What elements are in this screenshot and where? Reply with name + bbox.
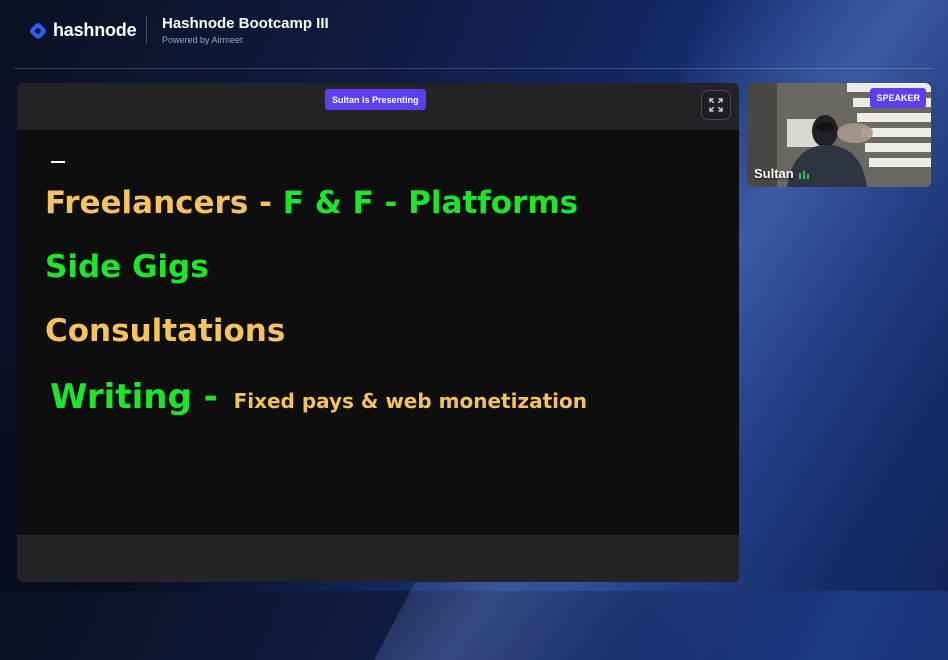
slide-line-side-gigs: Side Gigs xyxy=(45,249,209,285)
header-divider xyxy=(146,16,147,44)
stage-bottom-bar xyxy=(17,535,739,582)
presenting-badge: Sultan Is Presenting xyxy=(325,89,426,110)
speaker-name-label: Sultan xyxy=(754,166,810,181)
slide-line-writing: Writing - Fixed pays & web monetization xyxy=(50,377,587,417)
app-header: hashnode Hashnode Bootcamp III Powered b… xyxy=(0,0,948,68)
fullscreen-button[interactable] xyxy=(701,90,731,120)
speaker-badge: SPEAKER xyxy=(870,88,926,108)
shared-slide: Freelancers - F & F - Platforms Side Gig… xyxy=(17,130,739,535)
expand-icon xyxy=(709,98,723,112)
header-divider-line xyxy=(14,68,934,69)
powered-by: Powered by Airmeet xyxy=(162,35,243,45)
event-title: Hashnode Bootcamp III xyxy=(162,15,329,32)
slide-line-freelancers: Freelancers - F & F - Platforms xyxy=(45,185,578,221)
slide-text: Freelancers - xyxy=(45,185,283,221)
speaker-name: Sultan xyxy=(754,166,794,181)
slide-dash-mark xyxy=(51,161,65,163)
presentation-stage: Sultan Is Presenting Freelancers - F & F… xyxy=(17,83,739,582)
audio-level-icon xyxy=(798,170,809,179)
stage-toolbar: Sultan Is Presenting xyxy=(17,83,739,130)
slide-text: Writing - xyxy=(50,377,230,417)
hashnode-logo-icon xyxy=(30,22,46,39)
brand-name: hashnode xyxy=(53,20,137,40)
slide-line-consultations: Consultations xyxy=(45,313,286,349)
slide-text: Fixed pays & web monetization xyxy=(233,389,587,413)
hashnode-logo[interactable]: hashnode xyxy=(29,20,137,41)
slide-text: F & F - Platforms xyxy=(282,185,579,221)
speaker-video-tile[interactable]: SPEAKER Sultan xyxy=(747,83,931,187)
